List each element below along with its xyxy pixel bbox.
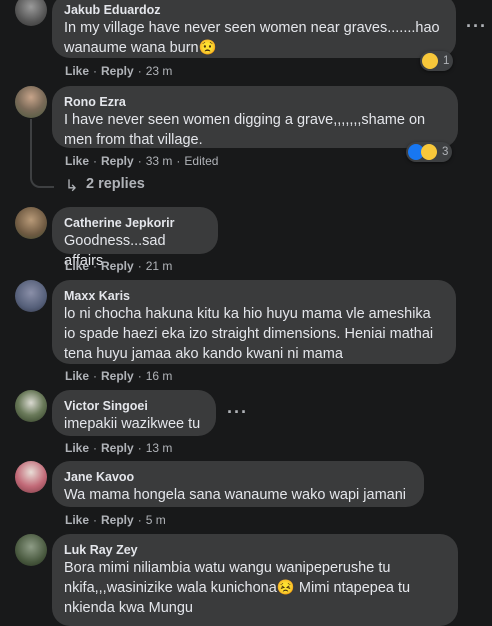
timestamp[interactable]: 5 m [146,513,166,527]
comment-bubble: Rono Ezra I have never seen women diggin… [52,86,458,148]
avatar[interactable] [15,390,47,422]
reaction-summary[interactable]: 1 [420,51,454,71]
reaction-count: 1 [443,55,450,67]
comment-actions: Like · Reply · 5 m [65,513,166,527]
comment-author[interactable]: Maxx Karis [64,288,444,304]
comment-text: imepakii wazikwee tu [64,416,201,432]
comment-author[interactable]: Luk Ray Zey [64,542,446,558]
haha-reaction-icon [422,53,438,69]
edited-label: Edited [184,154,219,168]
like-button[interactable]: Like [65,154,89,168]
reply-button[interactable]: Reply [101,441,134,455]
like-button[interactable]: Like [65,259,89,273]
comment-text: lo ni chocha hakuna kitu ka hio huyu mam… [64,306,438,362]
reply-button[interactable]: Reply [101,259,134,273]
sad-reaction-icon [421,144,437,160]
comment-text: In my village have never seen women near… [64,20,444,56]
reply-arrow-icon[interactable]: ↳ [65,176,78,196]
reaction-count: 3 [442,146,449,158]
more-options-icon[interactable]: ··· [227,402,248,423]
comment-bubble: Victor Singoei imepakii wazikwee tu [52,390,216,436]
timestamp[interactable]: 13 m [146,441,173,455]
reply-button[interactable]: Reply [101,64,134,78]
comment-bubble: Jane Kavoo Wa mama hongela sana wanaume … [52,461,424,507]
avatar[interactable] [15,86,47,118]
thread-connector [30,119,54,188]
reply-button[interactable]: Reply [101,154,134,168]
timestamp[interactable]: 16 m [146,369,173,383]
comment-actions: Like · Reply · 21 m [65,259,173,273]
reply-button[interactable]: Reply [101,369,134,383]
comment-author[interactable]: Jane Kavoo [64,469,412,485]
like-button[interactable]: Like [65,513,89,527]
comment-bubble: Maxx Karis lo ni chocha hakuna kitu ka h… [52,280,456,364]
comment-author[interactable]: Jakub Eduardoz [64,2,444,18]
timestamp[interactable]: 33 m [146,154,173,168]
timestamp[interactable]: 23 m [146,64,173,78]
like-button[interactable]: Like [65,64,89,78]
comment-author[interactable]: Victor Singoei [64,398,204,414]
comment-actions: Like · Reply · 13 m [65,441,173,455]
comment-bubble: Jakub Eduardoz In my village have never … [52,0,456,58]
comment-text: I have never seen women digging a grave,… [64,112,430,148]
avatar[interactable] [15,280,47,312]
avatar[interactable] [15,534,47,566]
reply-button[interactable]: Reply [101,513,134,527]
comment-actions: Like · Reply · 33 m · Edited [65,154,219,168]
reaction-summary[interactable]: 3 [406,142,453,162]
more-options-icon[interactable]: ··· [466,16,487,37]
comment-bubble: Luk Ray Zey Bora mimi niliambia watu wan… [52,534,458,626]
like-button[interactable]: Like [65,441,89,455]
avatar[interactable] [15,461,47,493]
comment-bubble: Catherine Jepkorir Goodness...sad affair… [52,207,218,269]
avatar[interactable] [15,0,47,26]
comment-actions: Like · Reply · 23 m [65,64,173,78]
view-replies-link[interactable]: 2 replies [86,176,145,192]
comment-text: Wa mama hongela sana wanaume wako wapi j… [64,487,407,503]
comment-author[interactable]: Catherine Jepkorir [64,215,206,231]
comment-author[interactable]: Rono Ezra [64,94,446,110]
avatar[interactable] [15,207,47,239]
comment-actions: Like · Reply · 16 m [65,369,173,383]
comment-text: Bora mimi niliambia watu wangu wanipeper… [64,560,415,616]
like-button[interactable]: Like [65,369,89,383]
timestamp[interactable]: 21 m [146,259,173,273]
